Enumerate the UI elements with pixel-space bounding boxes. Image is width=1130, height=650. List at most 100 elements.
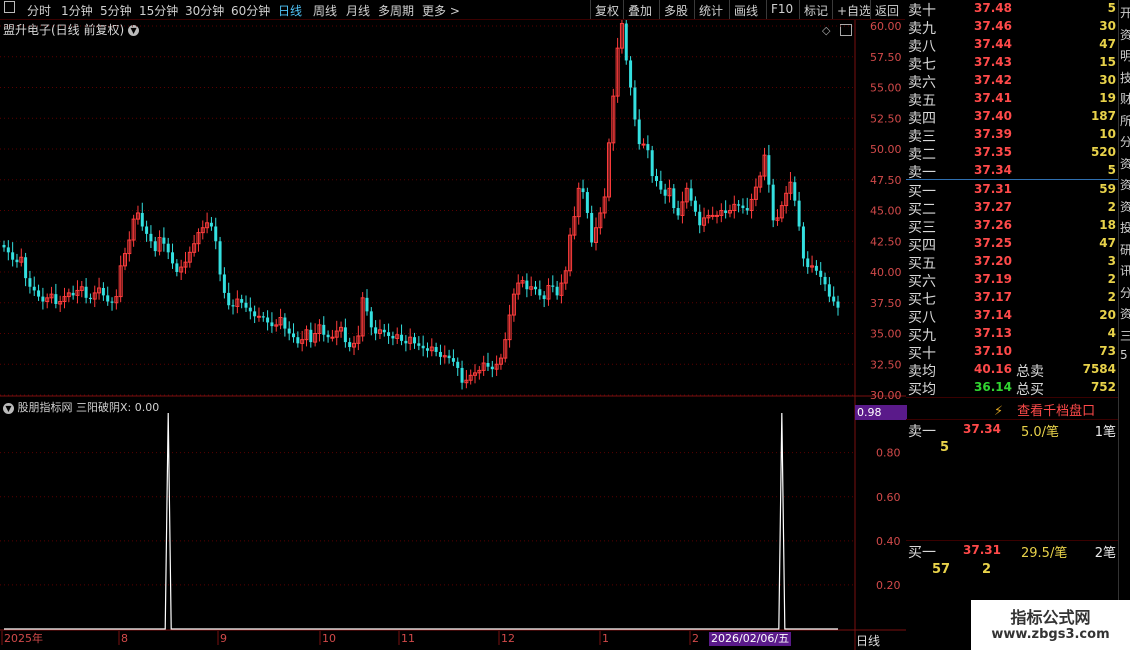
side-tab-4[interactable]: 财 [1120, 90, 1130, 107]
depth-link[interactable]: ⚡ 查看千档盘口 [994, 400, 1095, 419]
buy1-queue-row[interactable]: 买一 37.31 29.5/笔 2笔 [906, 542, 1118, 561]
book-level-volume: 19 [1099, 91, 1116, 105]
bid-level-7[interactable]: 买七 37.17 2 [906, 289, 1118, 308]
ask-level-3[interactable]: 卖三 37.39 10 [906, 126, 1118, 145]
total-label: 总卖 [1016, 364, 1044, 380]
side-tab-16[interactable]: 5 [1120, 348, 1128, 362]
ask-level-6[interactable]: 卖六 37.42 30 [906, 72, 1118, 91]
side-tab-2[interactable]: 明 [1120, 47, 1130, 64]
bid-level-3[interactable]: 买三 37.26 18 [906, 217, 1118, 236]
queue-order-count: 1笔 [1094, 425, 1116, 440]
chevron-down-icon[interactable]: ▼ [3, 402, 14, 414]
ask-level-1[interactable]: 卖一 37.34 5 [906, 162, 1118, 181]
side-tab-11[interactable]: 研 [1120, 241, 1130, 258]
side-tab-15[interactable]: 三 [1120, 327, 1130, 344]
bid-level-1[interactable]: 买一 37.31 59 [906, 181, 1118, 200]
ask-level-9[interactable]: 卖九 37.46 30 [906, 18, 1118, 37]
toolbar-action-2[interactable]: 多股 [664, 2, 688, 19]
bid-level-5[interactable]: 买五 37.20 3 [906, 253, 1118, 272]
book-level-volume: 59 [1099, 182, 1116, 196]
toolbar-action-6[interactable]: 标记 [804, 2, 828, 19]
candle-body-down [771, 184, 775, 221]
indicator-tick-label: 0.40 [876, 535, 901, 548]
side-tab-3[interactable]: 技 [1120, 69, 1130, 86]
side-tab-8[interactable]: 资 [1120, 176, 1130, 193]
toolbar-period-5[interactable]: 60分钟 [231, 2, 270, 19]
toolbar-period-0[interactable]: 分时 [27, 2, 51, 19]
queue-per-order: 29.5/笔 [1021, 546, 1068, 561]
candle-body-down [84, 286, 88, 298]
toolbar-action-3[interactable]: 统计 [699, 2, 723, 19]
side-tab-5[interactable]: 所 [1120, 112, 1130, 129]
buy1-queue-detail[interactable]: 57 2 [906, 562, 1118, 580]
toolbar-period-3[interactable]: 15分钟 [139, 2, 178, 19]
toolbar-action-1[interactable]: 叠加 [628, 2, 652, 19]
book-level-label: 卖二 [908, 147, 936, 163]
side-tab-9[interactable]: 资 [1120, 198, 1130, 215]
side-tab-7[interactable]: 资 [1120, 155, 1130, 172]
side-tab-12[interactable]: 讯 [1120, 262, 1130, 279]
side-tab-6[interactable]: 分 [1120, 133, 1130, 150]
toolbar-divider [799, 0, 800, 19]
ask-level-4[interactable]: 卖四 37.40 187 [906, 108, 1118, 127]
side-tab-10[interactable]: 投 [1120, 219, 1130, 236]
candle-body-down [555, 286, 559, 296]
toolbar-period-10[interactable]: 更多 > [422, 2, 460, 19]
kline-chart[interactable]: 60.00 57.50 55.00 52.50 50.00 47.50 45.00 42.50… [0, 20, 906, 650]
toolbar-period-2[interactable]: 5分钟 [100, 2, 132, 19]
toolbar-action-4[interactable]: 画线 [734, 2, 758, 19]
toolbar-action-5[interactable]: F10 [771, 2, 793, 16]
side-tab-1[interactable]: 资 [1120, 26, 1130, 43]
candle-body-down [400, 334, 404, 341]
sell1-queue-row[interactable]: 卖一 37.34 5.0/笔 1笔 [906, 421, 1118, 440]
book-level-volume: 2 [1107, 200, 1116, 214]
toolbar-period-1[interactable]: 1分钟 [61, 2, 93, 19]
book-level-label: 买七 [908, 292, 936, 308]
toolbar-period-8[interactable]: 月线 [346, 2, 370, 19]
time-tick-label: 8 [121, 632, 128, 645]
bid-level-2[interactable]: 买二 37.27 2 [906, 199, 1118, 218]
avg-buy-row[interactable]: 买均 36.14 总买 752 [906, 379, 1118, 398]
sell1-queue-detail[interactable]: 5 [906, 440, 1118, 458]
bid-level-10[interactable]: 买十 37.10 73 [906, 343, 1118, 362]
bid-level-9[interactable]: 买九 37.13 4 [906, 325, 1118, 344]
time-tick-label: 2025年 [4, 631, 43, 645]
layout-icon[interactable] [4, 1, 15, 16]
candle-body-down [37, 290, 41, 297]
ask-level-7[interactable]: 卖七 37.43 15 [906, 54, 1118, 73]
book-level-label: 卖九 [908, 21, 936, 37]
side-tab-13[interactable]: 分 [1120, 284, 1130, 301]
side-tab-14[interactable]: 资 [1120, 305, 1130, 322]
book-level-volume: 30 [1099, 19, 1116, 33]
side-tab-0[interactable]: 开 [1120, 4, 1130, 21]
toolbar-period-6[interactable]: 日线 [278, 2, 302, 19]
ask-level-5[interactable]: 卖五 37.41 19 [906, 90, 1118, 109]
book-level-label: 卖五 [908, 93, 936, 109]
ask-level-2[interactable]: 卖二 37.35 520 [906, 144, 1118, 163]
candle-body-down [209, 222, 213, 227]
book-level-volume: 30 [1099, 73, 1116, 87]
candle-body-down [451, 358, 455, 362]
toolbar-action-0[interactable]: 复权 [595, 2, 619, 19]
avg-sell-row[interactable]: 卖均 40.16 总卖 7584 [906, 361, 1118, 380]
book-level-label: 买五 [908, 256, 936, 272]
bid-level-4[interactable]: 买四 37.25 47 [906, 235, 1118, 254]
toolbar-action-8[interactable]: 返回 [875, 2, 899, 19]
toolbar-period-9[interactable]: 多周期 [378, 2, 414, 19]
toolbar-period-7[interactable]: 周线 [313, 2, 337, 19]
book-level-price: 37.10 [974, 344, 1012, 358]
toolbar-period-4[interactable]: 30分钟 [185, 2, 224, 19]
side-tab-strip[interactable]: 开资明技财所分资资资投研讯分资三5 [1118, 0, 1130, 650]
candle-body-up [710, 214, 715, 217]
total-volume: 752 [1090, 380, 1116, 394]
candle-body-down [266, 317, 270, 323]
bid-level-8[interactable]: 买八 37.14 20 [906, 307, 1118, 326]
candle-body-down [153, 241, 157, 252]
bid-level-6[interactable]: 买六 37.19 2 [906, 271, 1118, 290]
book-level-volume: 4 [1107, 326, 1116, 340]
ask-level-8[interactable]: 卖八 37.44 47 [906, 36, 1118, 55]
price-tick-label: 35.00 [870, 328, 902, 341]
ask-level-10[interactable]: 卖十 37.48 5 [906, 0, 1118, 19]
toolbar-action-7[interactable]: +自选 [837, 2, 871, 19]
candle-body-down [836, 301, 840, 308]
